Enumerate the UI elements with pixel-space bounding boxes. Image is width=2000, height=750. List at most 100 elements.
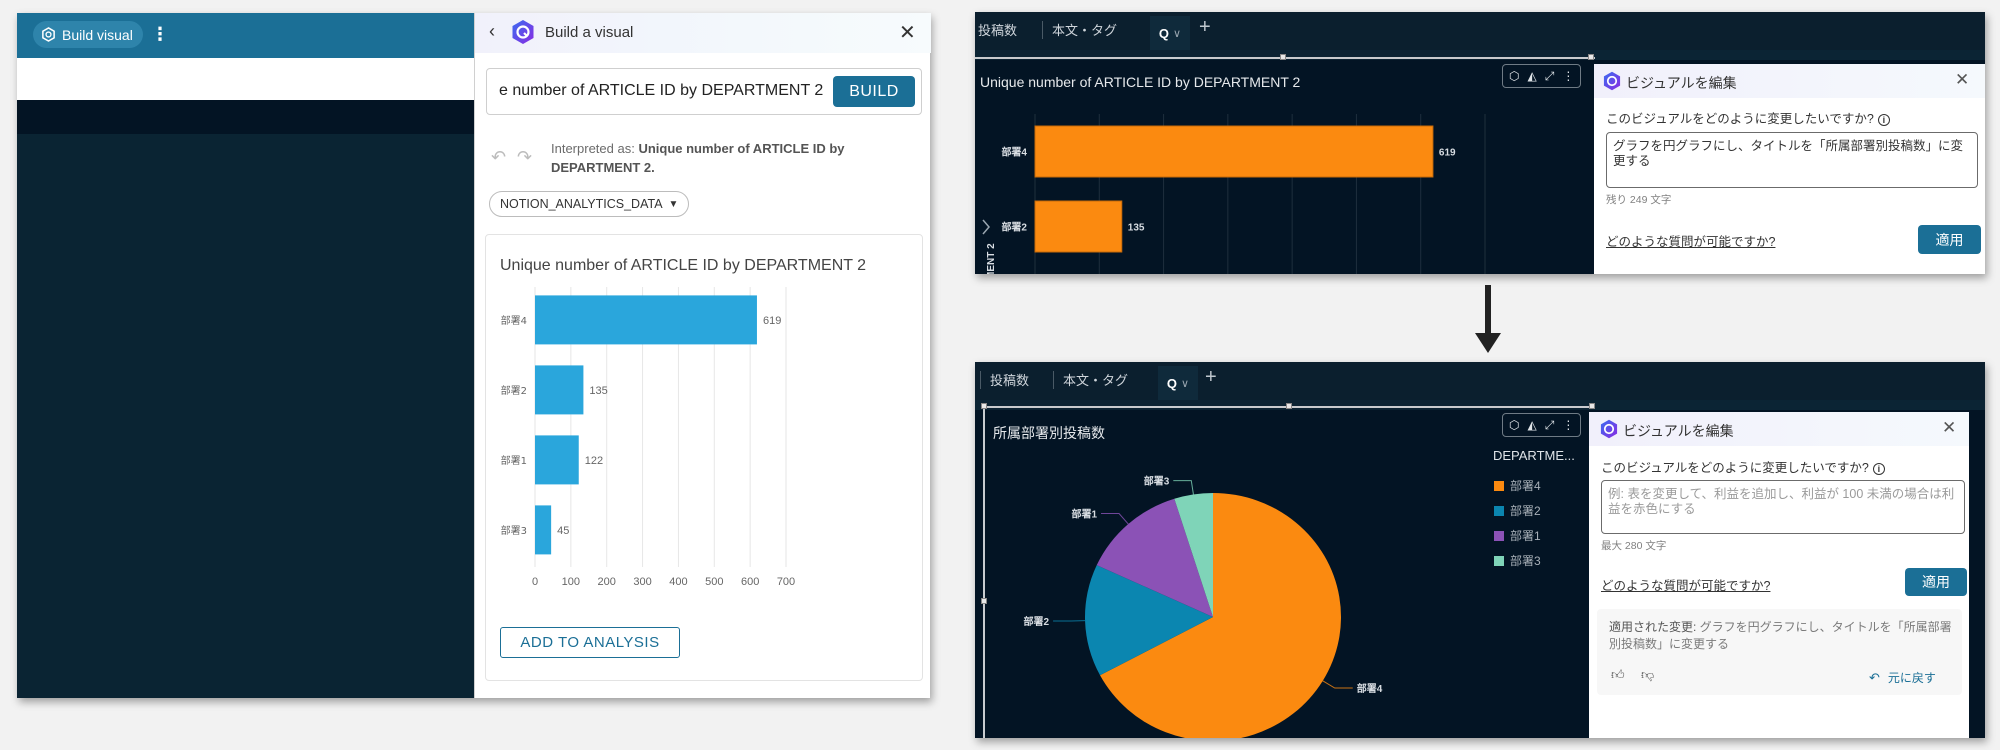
y-tick-label: 部署4 — [501, 314, 527, 327]
edit-visual-panel: ビジュアルを編集 ✕ このビジュアルをどのように変更したいですか?i 残り 24… — [1594, 64, 1985, 274]
leader-line — [1173, 480, 1194, 495]
chevron-down-icon[interactable]: ∨ — [1181, 377, 1189, 390]
slice-label: 部署2 — [1023, 615, 1049, 628]
arrow-down-icon — [1475, 285, 1501, 353]
resize-handle[interactable] — [1280, 54, 1286, 60]
add-sheet-icon[interactable]: + — [1205, 366, 1217, 389]
visual-toolbar: ⬡ ◭ ⤢ ⋮ — [1502, 64, 1582, 88]
visual-preview-card: Unique number of ARTICLE ID by DEPARTMEN… — [485, 234, 923, 681]
legend-item[interactable]: 部署4 — [1494, 473, 1541, 498]
pie-chart: 部署4 部署2 部署1 部署3 — [1023, 475, 1383, 738]
x-tick-label: 400 — [669, 576, 687, 588]
x-tick-label: 100 — [562, 576, 580, 588]
tab-posts[interactable]: 投稿数 — [990, 370, 1029, 389]
bar-chart-dark: 部署4 619 部署2 135 MENT 2 — [982, 114, 1486, 274]
tab-divider — [1053, 371, 1054, 389]
panel-header: ビジュアルを編集 ✕ — [1594, 64, 1985, 98]
slice-label: 部署3 — [1144, 475, 1170, 488]
resize-handle[interactable] — [981, 403, 987, 409]
back-chevron-icon[interactable]: ‹ — [489, 21, 495, 42]
panel-header: ビジュアルを編集 ✕ — [1589, 412, 1969, 446]
q-logo-icon — [1603, 71, 1621, 91]
tab-strip — [17, 100, 474, 134]
undo-icon[interactable]: ↶ — [491, 147, 506, 168]
slice-label: 部署1 — [1071, 508, 1097, 521]
thumbs-down-icon[interactable]: 👎︎ — [1641, 667, 1654, 683]
caret-down-icon: ▼ — [668, 198, 679, 210]
format-icon[interactable]: ◭ — [1527, 418, 1536, 432]
tab-q[interactable]: Q ∨ — [1150, 16, 1190, 50]
build-visual-button[interactable]: Build visual — [33, 21, 143, 48]
revert-button[interactable]: ↶ 元に戻す — [1869, 669, 1936, 686]
close-icon[interactable]: ✕ — [1942, 418, 1956, 438]
edit-question-label: このビジュアルをどのように変更したいですか? i — [1606, 108, 1890, 127]
more-options-icon[interactable]: ⋮ — [151, 24, 169, 44]
visual-toolbar: ⬡ ◭ ⤢ ⋮ — [1502, 413, 1582, 437]
help-link[interactable]: どのような質問が可能ですか? — [1601, 575, 1770, 594]
legend-item[interactable]: 部署2 — [1494, 498, 1541, 523]
thumbs-up-icon[interactable]: 👍︎ — [1611, 667, 1625, 683]
tab-posts[interactable]: 投稿数 — [978, 20, 1017, 39]
analysis-before: 投稿数 本文・タグ Q ∨ + Unique number of ARTICLE… — [975, 12, 1985, 274]
close-icon[interactable]: ✕ — [899, 20, 916, 45]
x-tick-label: 300 — [633, 576, 651, 588]
resize-handle[interactable] — [1588, 54, 1594, 60]
add-sheet-icon[interactable]: + — [1199, 16, 1211, 39]
interpreted-as-text: Interpreted as: Unique number of ARTICLE… — [551, 139, 911, 177]
question-input[interactable]: e number of ARTICLE ID by DEPARTMENT 2 — [499, 82, 823, 100]
build-button[interactable]: BUILD — [833, 76, 915, 107]
bar — [535, 365, 584, 415]
x-tick-label: 0 — [532, 576, 538, 588]
apply-button[interactable]: 適用 — [1905, 568, 1967, 596]
build-visual-screen: Build visual ⋮ ‹ Build a visual ✕ e numb… — [17, 13, 931, 698]
apply-button[interactable]: 適用 — [1918, 225, 1981, 254]
chart-title: Unique number of ARTICLE ID by DEPARTMEN… — [500, 257, 867, 274]
legend-item[interactable]: 部署3 — [1494, 548, 1541, 573]
data-label: 45 — [557, 525, 569, 537]
legend-swatch — [1494, 530, 1504, 541]
legend-label: 部署3 — [1510, 554, 1541, 568]
tab-divider — [980, 371, 981, 389]
q-icon[interactable]: ⬡ — [1509, 418, 1519, 432]
redo-icon[interactable]: ↷ — [517, 147, 532, 168]
info-icon[interactable]: i — [1877, 113, 1890, 126]
edit-request-textarea[interactable] — [1606, 132, 1978, 188]
legend-swatch — [1494, 480, 1504, 491]
expand-icon[interactable]: ⤢ — [1545, 69, 1555, 84]
tab-body-tags[interactable]: 本文・タグ — [1063, 370, 1128, 389]
legend-title: DEPARTME... — [1493, 448, 1575, 463]
info-icon[interactable]: i — [1872, 462, 1885, 475]
format-icon[interactable]: ◭ — [1527, 69, 1536, 83]
q-logo-icon — [512, 20, 534, 44]
edit-request-textarea[interactable] — [1601, 480, 1965, 534]
dataset-selector[interactable]: NOTION_ANALYTICS_DATA ▼ — [489, 191, 690, 217]
resize-handle[interactable] — [1286, 403, 1292, 409]
expand-icon[interactable]: ⤢ — [1545, 418, 1555, 433]
q-logo-icon — [1600, 419, 1618, 439]
sheet-toolbar — [975, 400, 1985, 410]
data-label: 619 — [763, 315, 781, 327]
chevron-down-icon[interactable]: ∨ — [1173, 27, 1181, 40]
question-text: このビジュアルをどのように変更したいですか? — [1601, 461, 1869, 475]
panel-header: ‹ Build a visual ✕ — [475, 13, 931, 53]
menu-icon[interactable]: ⋮ — [1562, 418, 1574, 432]
analysis-after: 投稿数 本文・タグ Q ∨ + 所属部署別投稿数 ⬡ ◭ ⤢ ⋮ DEPARTM… — [975, 362, 1985, 738]
dataset-label: NOTION_ANALYTICS_DATA — [500, 197, 663, 211]
toolbar-strip — [17, 58, 474, 100]
expand-chevron-icon — [982, 219, 990, 235]
y-tick-label: 部署2 — [501, 384, 527, 397]
legend-label: 部署2 — [1510, 504, 1541, 518]
help-link[interactable]: どのような質問が可能ですか? — [1606, 231, 1775, 250]
legend: 部署4 部署2 部署1 部署3 — [1494, 473, 1541, 573]
menu-icon[interactable]: ⋮ — [1562, 69, 1574, 83]
slice-label: 部署4 — [1357, 682, 1383, 695]
legend-item[interactable]: 部署1 — [1494, 523, 1541, 548]
tab-q[interactable]: Q ∨ — [1158, 366, 1198, 400]
add-to-analysis-button[interactable]: ADD TO ANALYSIS — [500, 627, 680, 658]
tab-body-tags[interactable]: 本文・タグ — [1052, 20, 1117, 39]
close-icon[interactable]: ✕ — [1955, 70, 1969, 90]
legend-swatch — [1494, 555, 1504, 566]
q-icon[interactable]: ⬡ — [1509, 69, 1519, 83]
resize-handle[interactable] — [1589, 403, 1595, 409]
question-text: このビジュアルをどのように変更したいですか? — [1606, 112, 1874, 126]
